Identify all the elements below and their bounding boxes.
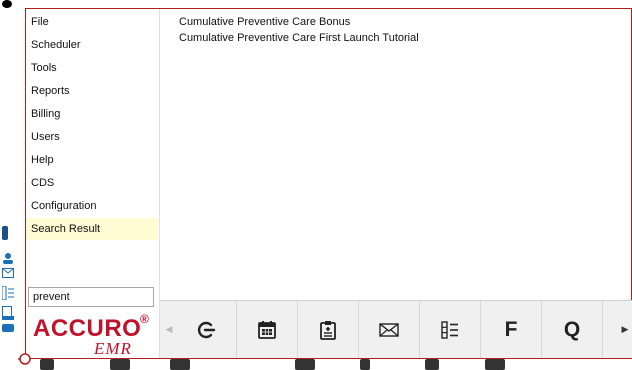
background-sidebar-icons <box>0 226 24 346</box>
logo-sub-text: EMR <box>94 339 132 358</box>
menu-item-scheduler[interactable]: Scheduler <box>26 34 158 56</box>
menu-item-tools[interactable]: Tools <box>26 57 158 79</box>
menu-item-configuration[interactable]: Configuration <box>26 195 158 217</box>
logout-icon <box>196 320 216 340</box>
toolbar-f-button[interactable]: F <box>481 301 542 358</box>
menu-search-input[interactable] <box>28 287 154 307</box>
menu-item-billing[interactable]: Billing <box>26 103 158 125</box>
background-toolbar-icon <box>425 359 439 370</box>
mail-icon <box>379 322 399 338</box>
quick-toolbar: ◀ F Q ▶ <box>160 300 632 358</box>
letter-f-icon: F <box>504 317 518 341</box>
toolbar-messages-button[interactable] <box>359 301 420 358</box>
menu-item-file[interactable]: File <box>26 11 158 33</box>
calendar-icon <box>257 320 277 340</box>
background-toolbar-icon <box>360 359 370 370</box>
list-icon <box>440 320 460 340</box>
toolbar-scheduler-button[interactable] <box>237 301 298 358</box>
toolbar-q-button[interactable]: Q <box>542 301 603 358</box>
toolbar-tasks-button[interactable] <box>420 301 481 358</box>
logo-registered-mark: ® <box>140 312 149 326</box>
toolbar-logout-button[interactable] <box>176 301 237 358</box>
overlay-anchor-pin-icon <box>18 352 32 366</box>
menu-item-help[interactable]: Help <box>26 149 158 171</box>
clipboard-icon <box>318 320 338 340</box>
toolbar-scroll-right-arrow[interactable]: ▶ <box>618 301 632 357</box>
background-doc-icon <box>2 306 14 320</box>
toolbar-scroll-left-arrow[interactable]: ◀ <box>162 301 176 357</box>
background-toolbar-icon <box>485 359 505 370</box>
background-user-icon <box>2 252 14 264</box>
toolbar-notes-button[interactable] <box>298 301 359 358</box>
menu-item-reports[interactable]: Reports <box>26 80 158 102</box>
accuro-menu-popup: File Scheduler Tools Reports Billing Use… <box>25 8 632 359</box>
menu-item-users[interactable]: Users <box>26 126 158 148</box>
letter-q-icon: Q <box>563 317 581 341</box>
background-window-top <box>0 0 632 8</box>
background-chat-icon <box>2 324 14 336</box>
background-toolbar-icon <box>295 359 315 370</box>
menu-column: File Scheduler Tools Reports Billing Use… <box>26 9 160 358</box>
accuro-emr-logo: ACCURO ® EMR <box>29 312 157 358</box>
background-toolbar-icon <box>170 359 190 370</box>
background-avatar-icon <box>2 0 12 8</box>
background-toolbar-icon <box>110 359 130 370</box>
menu-item-cds[interactable]: CDS <box>26 172 158 194</box>
search-result-item[interactable]: Cumulative Preventive Care First Launch … <box>179 30 419 46</box>
background-list-icon <box>1 285 14 301</box>
search-results-list: Cumulative Preventive Care Bonus Cumulat… <box>179 14 419 46</box>
background-toolbar-icon <box>40 359 54 370</box>
search-result-item[interactable]: Cumulative Preventive Care Bonus <box>179 14 419 30</box>
background-bar-icon <box>2 226 8 240</box>
background-mail-icon <box>2 268 14 280</box>
menu-item-search-result[interactable]: Search Result <box>26 218 158 240</box>
